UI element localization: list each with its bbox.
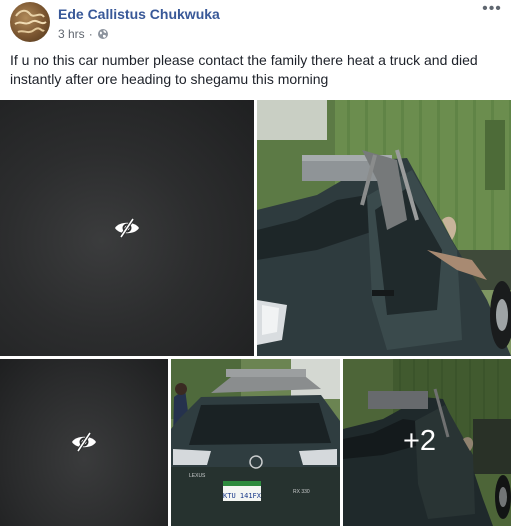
meta-separator: · [88, 27, 93, 41]
photo-1-hidden[interactable] [0, 100, 254, 356]
eye-slash-icon [115, 218, 139, 238]
avatar-art [14, 9, 47, 34]
photo-4-car-rear[interactable]: KTU 141FX LEXUS RX 330 [171, 359, 340, 526]
post-text: If u no this car number please contact t… [10, 52, 478, 87]
photo-grid: KTU 141FX LEXUS RX 330 +2 [0, 100, 511, 526]
crash-photo-art [257, 100, 511, 356]
license-plate: KTU 141FX [223, 492, 262, 500]
avatar[interactable] [10, 2, 50, 42]
photo-2-crash[interactable] [257, 100, 511, 356]
car-brand: LEXUS [189, 473, 206, 479]
globe-icon[interactable] [97, 28, 109, 40]
author-name[interactable]: Ede Callistus Chukwuka [58, 6, 220, 22]
car-model: RX 330 [293, 489, 310, 495]
car-rear-photo-art: KTU 141FX LEXUS RX 330 [171, 359, 340, 526]
more-photos-count: +2 [403, 425, 437, 457]
timestamp[interactable]: 3 hrs [58, 27, 85, 41]
photo-5-more[interactable]: +2 [343, 359, 511, 526]
photo-3-hidden[interactable] [0, 359, 168, 526]
more-options-button[interactable]: ••• [481, 1, 503, 20]
more-horizontal-icon: ••• [482, 0, 502, 17]
eye-slash-icon [72, 432, 96, 452]
post-header: Ede Callistus Chukwuka 3 hrs · ••• [0, 0, 511, 50]
post-meta: 3 hrs · [58, 27, 109, 41]
